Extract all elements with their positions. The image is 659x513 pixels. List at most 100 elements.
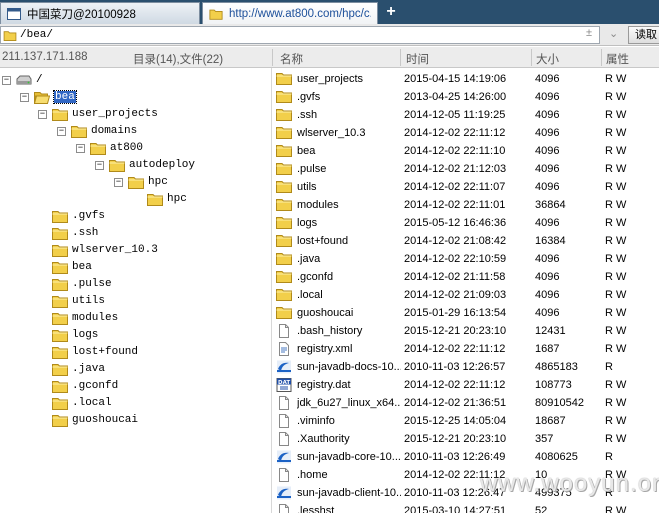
- file-size: 4096: [535, 109, 560, 121]
- collapse-toggle-icon[interactable]: −: [2, 75, 11, 85]
- file-row[interactable]: modules 2014-12-02 22:11:01 36864 R W: [273, 196, 659, 214]
- svg-text:DAT: DAT: [278, 380, 290, 386]
- file-size: 1687: [535, 343, 560, 355]
- file-attr: R W: [605, 109, 627, 121]
- tree-node[interactable]: bea: [52, 259, 92, 275]
- file-time: 2015-12-25 14:05:04: [404, 415, 507, 427]
- new-tab-button[interactable]: +: [382, 2, 400, 22]
- file-row[interactable]: DAT registry.dat 2014-12-02 22:11:12 108773…: [273, 376, 659, 394]
- file-size: 4096: [535, 163, 560, 175]
- tree-node[interactable]: logs: [52, 327, 98, 343]
- col-size-header[interactable]: 大小: [536, 51, 559, 67]
- tree-node[interactable]: − at800: [76, 140, 143, 156]
- collapse-toggle-icon[interactable]: −: [114, 177, 123, 187]
- col-attr-header[interactable]: 属性: [606, 51, 629, 67]
- file-row[interactable]: .bash_history 2015-12-21 20:23:10 12431 R W: [273, 322, 659, 340]
- file-size: 18687: [535, 415, 566, 427]
- col-name-header[interactable]: 名称: [280, 51, 303, 67]
- tree-node[interactable]: utils: [52, 293, 105, 309]
- tree-node[interactable]: .java: [52, 361, 105, 377]
- tab-url[interactable]: http://www.at800.com/hpc/c...: [202, 2, 378, 24]
- file-row[interactable]: jdk_6u27_linux_x64.... 2014-12-02 21:36:5…: [273, 394, 659, 412]
- tree-node[interactable]: .local: [52, 395, 112, 411]
- file-attr: R W: [605, 307, 627, 319]
- file-size: 80910542: [535, 397, 584, 409]
- folder-icon: [276, 144, 292, 158]
- file-attr: R W: [605, 253, 627, 265]
- file-time: 2014-12-05 11:19:25: [404, 109, 506, 121]
- tree-node[interactable]: hpc: [147, 191, 187, 207]
- file-row[interactable]: .pulse 2014-12-02 21:12:03 4096 R W: [273, 160, 659, 178]
- collapse-toggle-icon[interactable]: −: [57, 126, 66, 136]
- chevron-down-icon[interactable]: ⌄: [609, 27, 618, 40]
- collapse-toggle-icon[interactable]: −: [20, 92, 29, 102]
- tree-node[interactable]: .ssh: [52, 225, 98, 241]
- folder-icon: [3, 30, 17, 41]
- tree-node[interactable]: − /: [2, 72, 43, 88]
- file-row[interactable]: registry.xml 2014-12-02 22:11:12 1687 R W: [273, 340, 659, 358]
- file-name: wlserver_10.3: [297, 127, 366, 139]
- tree-node[interactable]: wlserver_10.3: [52, 242, 158, 258]
- file-name: .java: [297, 253, 321, 265]
- folder-icon: [109, 159, 125, 172]
- file-row[interactable]: sun-javadb-core-10.... 2010-11-03 12:26:4…: [273, 448, 659, 466]
- file-row[interactable]: logs 2015-05-12 16:46:36 4096 R W: [273, 214, 659, 232]
- file-row[interactable]: guoshoucai 2015-01-29 16:13:54 4096 R W: [273, 304, 659, 322]
- tree-node[interactable]: − user_projects: [38, 106, 158, 122]
- file-row[interactable]: .java 2014-12-02 22:10:59 4096 R W: [273, 250, 659, 268]
- file-time: 2014-12-02 21:11:58: [404, 271, 506, 283]
- tab-chopper[interactable]: 中国菜刀@20100928: [0, 2, 200, 24]
- tree-node[interactable]: guoshoucai: [52, 412, 138, 428]
- file-row[interactable]: user_projects 2015-04-15 14:19:06 4096 R W: [273, 70, 659, 88]
- file-attr: R W: [605, 397, 627, 409]
- col-time-header[interactable]: 时间: [406, 51, 429, 67]
- file-row[interactable]: .gconfd 2014-12-02 21:11:58 4096 R W: [273, 268, 659, 286]
- file-row[interactable]: utils 2014-12-02 22:11:07 4096 R W: [273, 178, 659, 196]
- tree-node[interactable]: − autodeploy: [95, 157, 195, 173]
- tree-node[interactable]: modules: [52, 310, 118, 326]
- file-row[interactable]: .ssh 2014-12-05 11:19:25 4096 R W: [273, 106, 659, 124]
- tree-node-label: .local: [72, 397, 112, 409]
- file-icon: [276, 414, 292, 428]
- file-size: 52: [535, 505, 548, 513]
- tab-bar: 中国菜刀@20100928 http://www.at800.com/hpc/c…: [0, 0, 659, 24]
- file-row[interactable]: lost+found 2014-12-02 21:08:42 16384 R W: [273, 232, 659, 250]
- file-name: user_projects: [297, 73, 364, 85]
- collapse-toggle-icon[interactable]: −: [38, 109, 47, 119]
- folder-icon: [52, 227, 68, 240]
- folder-icon: [90, 142, 106, 155]
- file-row[interactable]: wlserver_10.3 2014-12-02 22:11:12 4096 R W: [273, 124, 659, 142]
- folder-icon: [276, 216, 292, 230]
- folder-icon: [276, 198, 292, 212]
- file-attr: R W: [605, 73, 627, 85]
- file-attr: R W: [605, 505, 627, 513]
- folder-icon: [276, 252, 292, 266]
- file-row[interactable]: .local 2014-12-02 21:09:03 4096 R W: [273, 286, 659, 304]
- collapse-toggle-icon[interactable]: −: [76, 143, 85, 153]
- file-row[interactable]: .lesshst 2015-03-10 14:27:51 52 R W: [273, 502, 659, 513]
- tree-node[interactable]: .pulse: [52, 276, 112, 292]
- tree-node-label: hpc: [167, 193, 187, 205]
- tree-node[interactable]: lost+found: [52, 344, 138, 360]
- tree-node[interactable]: − bea: [20, 89, 77, 105]
- file-time: 2014-12-02 22:11:12: [404, 127, 506, 139]
- file-row[interactable]: .Xauthority 2015-12-21 20:23:10 357 R W: [273, 430, 659, 448]
- path-toggle-icon[interactable]: ±: [586, 27, 592, 39]
- xml-file-icon: [276, 342, 292, 356]
- tree-node[interactable]: .gconfd: [52, 378, 118, 394]
- path-input[interactable]: [20, 29, 560, 41]
- tree-node[interactable]: .gvfs: [52, 208, 105, 224]
- file-row[interactable]: bea 2014-12-02 22:11:10 4096 R W: [273, 142, 659, 160]
- file-name: .ssh: [297, 109, 318, 121]
- collapse-toggle-icon[interactable]: −: [95, 160, 104, 170]
- file-size: 36864: [535, 199, 566, 211]
- file-size: 12431: [535, 325, 566, 337]
- read-button[interactable]: 读取: [628, 26, 659, 44]
- file-name: lost+found: [297, 235, 349, 247]
- file-time: 2015-12-21 20:23:10: [404, 325, 507, 337]
- file-row[interactable]: sun-javadb-docs-10.... 2010-11-03 12:26:5…: [273, 358, 659, 376]
- file-row[interactable]: .gvfs 2013-04-25 14:26:00 4096 R W: [273, 88, 659, 106]
- file-row[interactable]: .viminfo 2015-12-25 14:05:04 18687 R W: [273, 412, 659, 430]
- tree-node[interactable]: − hpc: [114, 174, 168, 190]
- tree-node[interactable]: − domains: [57, 123, 137, 139]
